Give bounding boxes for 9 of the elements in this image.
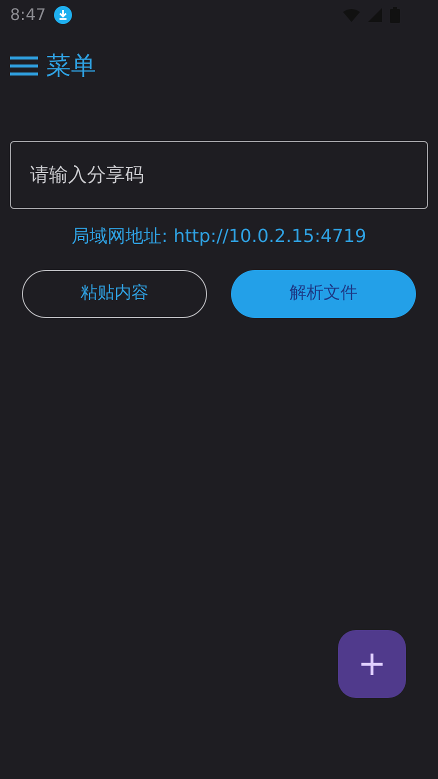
clock-time: 8:47 (10, 4, 46, 26)
add-button[interactable]: + (338, 630, 406, 698)
download-icon (54, 6, 72, 24)
toolbar-title: 菜单 (46, 50, 96, 82)
menu-icon[interactable] (10, 56, 38, 76)
paste-button[interactable]: 粘贴内容 (22, 270, 207, 318)
lan-address: 局域网地址: http://10.0.2.15:4719 (72, 226, 366, 247)
parse-file-button[interactable]: 解析文件 (231, 270, 416, 318)
share-code-field[interactable]: 请输入分享码 (10, 141, 428, 209)
